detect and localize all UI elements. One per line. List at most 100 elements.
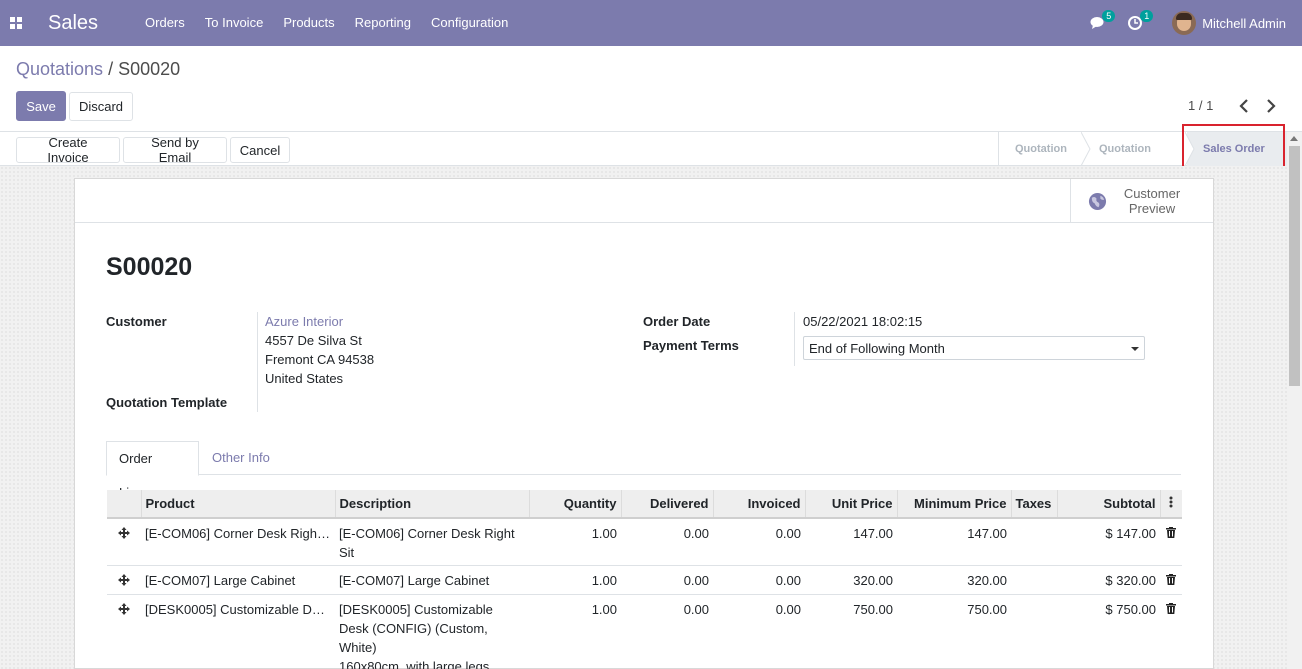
pager-previous-icon[interactable] <box>1237 97 1251 115</box>
label-divider <box>257 312 258 412</box>
customer-preview-line1: Customer <box>1123 186 1181 201</box>
breadcrumb-separator: / <box>108 59 114 79</box>
header-quantity[interactable]: Quantity <box>528 490 621 519</box>
send-by-email-button[interactable]: Send by Email <box>123 135 227 165</box>
stage-quotation[interactable]: Quotation <box>999 132 1091 166</box>
cell-taxes[interactable] <box>1011 565 1057 595</box>
label-divider <box>794 312 795 366</box>
header-minimum-price[interactable]: Minimum Price <box>896 490 1011 519</box>
description-line: Desk (CONFIG) (Custom, <box>339 621 488 636</box>
cell-unit-price[interactable]: 320.00 <box>805 565 897 595</box>
move-icon <box>118 527 130 539</box>
cell-quantity[interactable]: 1.00 <box>529 565 621 595</box>
header-product[interactable]: Product <box>140 490 335 519</box>
discard-button[interactable]: Discard <box>69 92 133 121</box>
move-icon <box>118 603 130 615</box>
cell-invoiced: 0.00 <box>713 518 805 566</box>
pager-next-icon[interactable] <box>1264 97 1278 115</box>
messages-badge: 5 <box>1102 10 1116 22</box>
notebook-tabs: Order Lines Other Info <box>106 441 1181 500</box>
menu-orders[interactable]: Orders <box>135 0 195 46</box>
save-button[interactable]: Save <box>16 91 66 121</box>
delete-row-button[interactable] <box>1160 594 1182 669</box>
user-avatar[interactable] <box>1172 11 1197 35</box>
payment-terms-select[interactable]: End of Following Month <box>803 336 1145 360</box>
header-invoiced[interactable]: Invoiced <box>712 490 805 519</box>
stage-sales-order[interactable]: Sales Order <box>1187 132 1291 166</box>
description-line: White) <box>339 640 377 655</box>
cell-taxes[interactable] <box>1011 518 1057 566</box>
cell-delivered[interactable]: 0.00 <box>621 518 713 566</box>
stage-quotation-label: Quotation <box>1015 143 1067 155</box>
breadcrumb: Quotations / S00020 <box>16 59 180 80</box>
header-subtotal[interactable]: Subtotal <box>1056 490 1160 519</box>
cell-subtotal: $ 320.00 <box>1057 565 1160 595</box>
cell-unit-price[interactable]: 750.00 <box>805 594 897 669</box>
optional-columns-toggle[interactable] <box>1159 490 1182 519</box>
cell-subtotal: $ 750.00 <box>1057 594 1160 669</box>
cell-product[interactable]: [DESK0005] Customizable Desk (CONFIG) <box>141 594 335 669</box>
cell-unit-price[interactable]: 147.00 <box>805 518 897 566</box>
tab-other-info[interactable]: Other Info <box>200 441 282 475</box>
cell-delivered[interactable]: 0.00 <box>621 565 713 595</box>
menu-reporting[interactable]: Reporting <box>345 0 421 46</box>
delete-row-button[interactable] <box>1160 518 1182 566</box>
description-line: [E-COM07] Large Cabinet <box>339 573 490 588</box>
address-country: United States <box>265 371 344 386</box>
drag-handle[interactable] <box>107 518 141 566</box>
table-row[interactable]: [E-COM07] Large Cabinet [E-COM07] Large … <box>107 565 1182 595</box>
menu-to-invoice[interactable]: To Invoice <box>195 0 274 46</box>
description-line: Sit <box>339 545 355 560</box>
drag-handle[interactable] <box>107 565 141 595</box>
table-row[interactable]: [DESK0005] Customizable Desk (CONFIG) [D… <box>107 594 1182 669</box>
order-date-value[interactable]: 05/22/2021 18:02:15 <box>803 314 922 329</box>
menu-configuration[interactable]: Configuration <box>421 0 518 46</box>
status-bar: Create Invoice Send by Email Cancel Quot… <box>0 131 1302 189</box>
scrollbar-thumb[interactable] <box>1289 146 1300 386</box>
stage-separator-icon <box>1081 132 1091 166</box>
cell-quantity[interactable]: 1.00 <box>529 518 621 566</box>
header-delivered[interactable]: Delivered <box>620 490 713 519</box>
cell-product[interactable]: [E-COM07] Large Cabinet <box>141 565 335 595</box>
delete-row-button[interactable] <box>1160 565 1182 595</box>
apps-menu-icon[interactable] <box>0 0 32 46</box>
customer-link[interactable]: Azure Interior <box>265 314 343 329</box>
user-menu[interactable]: Mitchell Admin <box>1202 16 1286 31</box>
order-lines-table: Product Description Quantity Delivered I… <box>107 490 1182 669</box>
cell-description[interactable]: [DESK0005] Customizable Desk (CONFIG) (C… <box>335 594 529 669</box>
trash-icon <box>1166 574 1176 585</box>
pager-value[interactable]: 1 / 1 <box>1188 98 1213 113</box>
cell-description[interactable]: [E-COM07] Large Cabinet <box>335 565 529 595</box>
scroll-up-icon[interactable] <box>1290 136 1298 141</box>
cell-subtotal: $ 147.00 <box>1057 518 1160 566</box>
table-row[interactable]: [E-COM06] Corner Desk Right Sit [E-COM06… <box>107 518 1182 566</box>
cell-product[interactable]: [E-COM06] Corner Desk Right Sit <box>141 518 335 566</box>
messages-button[interactable]: 5 <box>1090 10 1116 30</box>
cell-taxes[interactable] <box>1011 594 1057 669</box>
tab-order-lines[interactable]: Order Lines <box>106 441 199 500</box>
top-navbar: Sales Orders To Invoice Products Reporti… <box>0 0 1302 46</box>
cancel-button[interactable]: Cancel <box>230 137 290 163</box>
breadcrumb-quotations[interactable]: Quotations <box>16 59 103 79</box>
header-description[interactable]: Description <box>334 490 529 519</box>
cell-delivered[interactable]: 0.00 <box>621 594 713 669</box>
stage-quotation-sent[interactable]: Quotation Sent <box>1083 132 1195 189</box>
cell-minimum-price: 320.00 <box>897 565 1011 595</box>
form-sheet: Customer Preview S00020 Customer Azure I… <box>74 178 1214 669</box>
trash-icon <box>1166 527 1176 538</box>
customer-preview-button[interactable]: Customer Preview <box>1070 179 1213 223</box>
activities-button[interactable]: 1 <box>1128 10 1154 30</box>
cell-quantity[interactable]: 1.00 <box>529 594 621 669</box>
cell-invoiced: 0.00 <box>713 594 805 669</box>
cell-minimum-price: 750.00 <box>897 594 1011 669</box>
app-name[interactable]: Sales <box>48 12 98 35</box>
create-invoice-button[interactable]: Create Invoice <box>16 135 120 165</box>
drag-handle[interactable] <box>107 594 141 669</box>
menu-products[interactable]: Products <box>273 0 344 46</box>
cell-description[interactable]: [E-COM06] Corner Desk Right Sit <box>335 518 529 566</box>
header-unit-price[interactable]: Unit Price <box>804 490 897 519</box>
cell-minimum-price: 147.00 <box>897 518 1011 566</box>
header-taxes[interactable]: Taxes <box>1010 490 1057 519</box>
cell-invoiced: 0.00 <box>713 565 805 595</box>
vertical-ellipsis-icon <box>1169 496 1173 508</box>
